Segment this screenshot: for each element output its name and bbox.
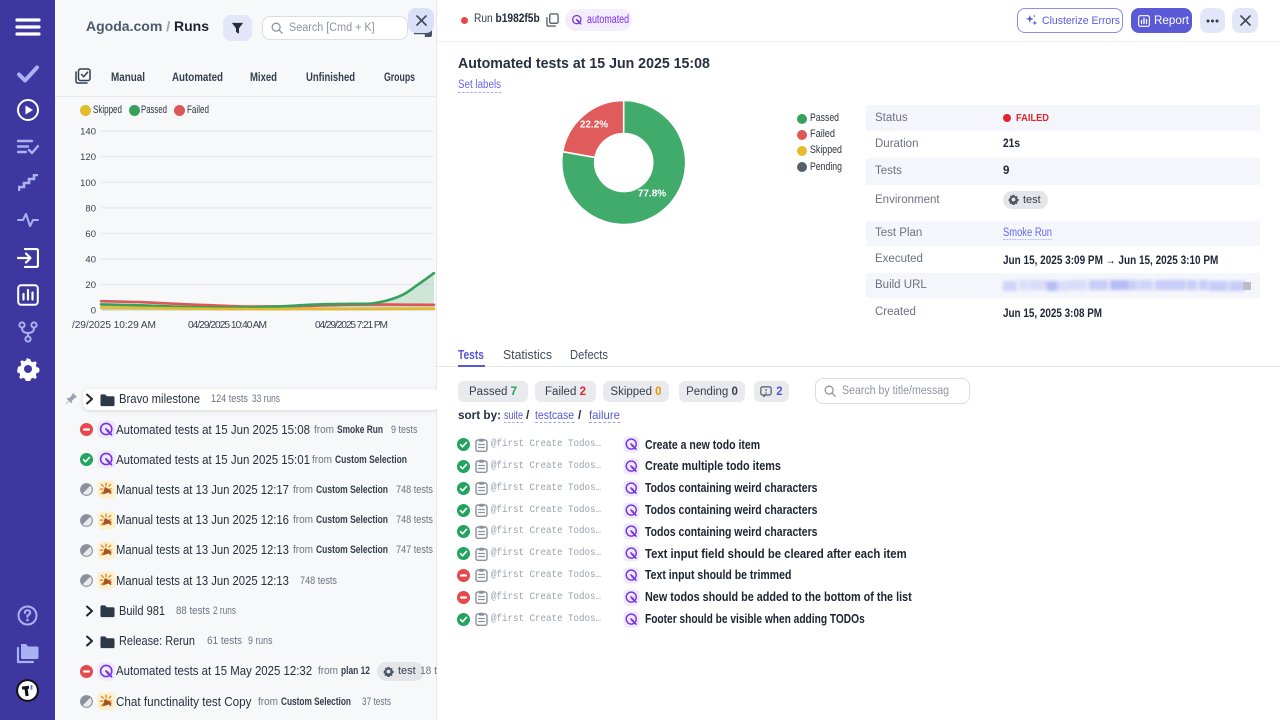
svg-text:40: 40 — [85, 255, 96, 266]
svg-text:80: 80 — [85, 203, 96, 214]
svg-text:0: 0 — [91, 306, 96, 317]
svg-text:20: 20 — [85, 280, 96, 291]
svg-text:/29/2025 10:29 AM: /29/2025 10:29 AM — [72, 320, 156, 331]
svg-text:140: 140 — [80, 127, 96, 138]
svg-text:04/29/2025 7:21 PM: 04/29/2025 7:21 PM — [315, 320, 388, 331]
svg-text:100: 100 — [80, 178, 96, 189]
svg-text:77.8%: 77.8% — [638, 189, 666, 200]
svg-text:22.2%: 22.2% — [580, 120, 608, 131]
svg-text:60: 60 — [85, 229, 96, 240]
svg-text:04/29/2025 10:40 AM: 04/29/2025 10:40 AM — [188, 320, 267, 331]
svg-text:120: 120 — [80, 152, 96, 163]
